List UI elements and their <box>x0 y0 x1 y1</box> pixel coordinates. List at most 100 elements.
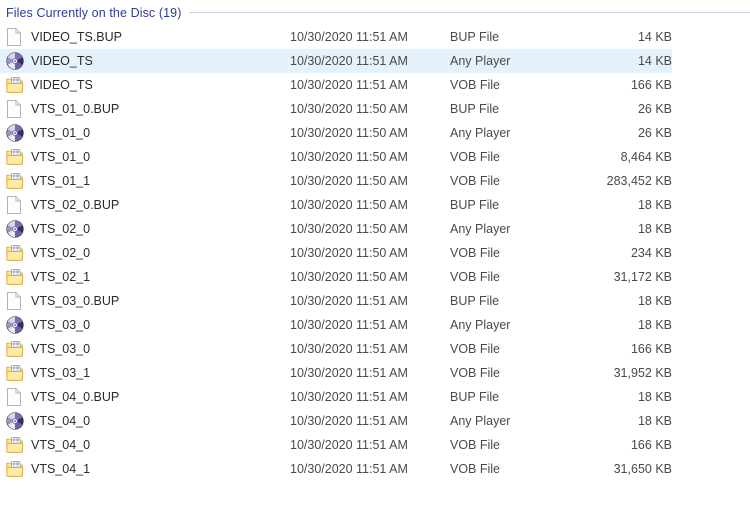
file-type: BUP File <box>450 198 500 212</box>
file-size: 18 KB <box>637 222 672 236</box>
disc-media-icon <box>4 411 28 431</box>
file-name[interactable]: VTS_01_0.BUP <box>28 102 290 116</box>
file-name[interactable]: VTS_04_0.BUP <box>28 390 290 404</box>
blank-document-icon <box>4 27 28 47</box>
file-name[interactable]: VIDEO_TS.BUP <box>28 30 290 44</box>
file-row[interactable]: VTS_01_0 10/30/2020 11:50 AM Any Player 26 … <box>0 121 672 145</box>
file-type: VOB File <box>450 246 501 260</box>
file-name[interactable]: VIDEO_TS <box>28 54 290 68</box>
file-type: Any Player <box>450 318 511 332</box>
file-row[interactable]: VTS_04_0 10/30/2020 11:51 AM Any Player 18 … <box>0 409 672 433</box>
file-type: Any Player <box>450 414 511 428</box>
file-size: 18 KB <box>637 390 672 404</box>
file-date-modified: 10/30/2020 11:50 AM <box>290 102 408 116</box>
file-row[interactable]: VTS_01_0 10/30/2020 11:50 AM VOB File 8,464… <box>0 145 672 169</box>
file-type: BUP File <box>450 102 500 116</box>
file-date-modified: 10/30/2020 11:51 AM <box>290 54 408 68</box>
blank-document-icon <box>4 99 28 119</box>
file-type: Any Player <box>450 222 511 236</box>
file-row[interactable]: VTS_02_0 10/30/2020 11:50 AM VOB File 234 K… <box>0 241 672 265</box>
file-date-modified: 10/30/2020 11:50 AM <box>290 150 408 164</box>
file-size: 234 KB <box>630 246 672 260</box>
file-name[interactable]: VTS_04_0 <box>28 414 290 428</box>
file-name[interactable]: VTS_02_0 <box>28 246 290 260</box>
file-size: 166 KB <box>630 438 672 452</box>
file-row[interactable]: VIDEO_TS.BUP 10/30/2020 11:51 AM BUP File 1… <box>0 25 672 49</box>
disc-media-icon <box>4 51 28 71</box>
file-row[interactable]: VTS_03_1 10/30/2020 11:51 AM VOB File 31,95… <box>0 361 672 385</box>
file-row[interactable]: VTS_03_0.BUP 10/30/2020 11:51 AM BUP File 1… <box>0 289 672 313</box>
file-name[interactable]: VTS_03_1 <box>28 366 290 380</box>
file-date-modified: 10/30/2020 11:51 AM <box>290 30 408 44</box>
group-header-label: Files Currently on the Disc (19) <box>6 5 182 20</box>
file-row[interactable]: VTS_01_0.BUP 10/30/2020 11:50 AM BUP File 2… <box>0 97 672 121</box>
file-row[interactable]: VTS_04_0 10/30/2020 11:51 AM VOB File 166 K… <box>0 433 672 457</box>
file-date-modified: 10/30/2020 11:51 AM <box>290 438 408 452</box>
file-size: 14 KB <box>637 30 672 44</box>
file-date-modified: 10/30/2020 11:50 AM <box>290 246 408 260</box>
vob-media-file-icon <box>4 339 28 359</box>
file-row[interactable]: VTS_04_1 10/30/2020 11:51 AM VOB File 31,65… <box>0 457 672 481</box>
file-size: 31,650 KB <box>613 462 672 476</box>
file-name[interactable]: VTS_04_0 <box>28 438 290 452</box>
vob-media-file-icon <box>4 435 28 455</box>
file-row[interactable]: VTS_02_1 10/30/2020 11:50 AM VOB File 31,17… <box>0 265 672 289</box>
file-size: 26 KB <box>637 126 672 140</box>
file-size: 18 KB <box>637 294 672 308</box>
file-date-modified: 10/30/2020 11:50 AM <box>290 126 408 140</box>
blank-document-icon <box>4 387 28 407</box>
blank-document-icon <box>4 291 28 311</box>
file-date-modified: 10/30/2020 11:51 AM <box>290 342 408 356</box>
file-type: VOB File <box>450 438 501 452</box>
file-name[interactable]: VTS_01_0 <box>28 126 290 140</box>
file-type: VOB File <box>450 174 501 188</box>
file-size: 31,172 KB <box>613 270 672 284</box>
file-name[interactable]: VTS_03_0.BUP <box>28 294 290 308</box>
file-size: 166 KB <box>630 78 672 92</box>
file-row[interactable]: VIDEO_TS 10/30/2020 11:51 AM VOB File 166 K… <box>0 73 672 97</box>
file-name[interactable]: VTS_04_1 <box>28 462 290 476</box>
file-type: Any Player <box>450 54 511 68</box>
file-type: VOB File <box>450 270 501 284</box>
file-name[interactable]: VTS_03_0 <box>28 342 290 356</box>
file-type: VOB File <box>450 342 501 356</box>
file-name[interactable]: VTS_02_0.BUP <box>28 198 290 212</box>
vob-media-file-icon <box>4 267 28 287</box>
file-type: BUP File <box>450 390 500 404</box>
file-row[interactable]: VTS_02_0 10/30/2020 11:50 AM Any Player 18 … <box>0 217 672 241</box>
file-size: 8,464 KB <box>620 150 672 164</box>
file-size: 18 KB <box>637 198 672 212</box>
file-name[interactable]: VTS_01_1 <box>28 174 290 188</box>
file-type: BUP File <box>450 294 500 308</box>
disc-media-icon <box>4 123 28 143</box>
file-row[interactable]: VTS_03_0 10/30/2020 11:51 AM Any Player 18 … <box>0 313 672 337</box>
file-date-modified: 10/30/2020 11:50 AM <box>290 174 408 188</box>
vob-media-file-icon <box>4 459 28 479</box>
file-name[interactable]: VIDEO_TS <box>28 78 290 92</box>
file-date-modified: 10/30/2020 11:51 AM <box>290 366 408 380</box>
file-date-modified: 10/30/2020 11:51 AM <box>290 462 408 476</box>
file-type: Any Player <box>450 126 511 140</box>
file-type: VOB File <box>450 150 501 164</box>
file-name[interactable]: VTS_02_0 <box>28 222 290 236</box>
file-row[interactable]: VIDEO_TS 10/30/2020 11:51 AM Any Player 14 … <box>0 49 672 73</box>
file-date-modified: 10/30/2020 11:51 AM <box>290 318 408 332</box>
group-header: Files Currently on the Disc (19) <box>0 0 750 22</box>
file-date-modified: 10/30/2020 11:51 AM <box>290 390 408 404</box>
vob-media-file-icon <box>4 75 28 95</box>
file-row[interactable]: VTS_04_0.BUP 10/30/2020 11:51 AM BUP File 1… <box>0 385 672 409</box>
file-name[interactable]: VTS_01_0 <box>28 150 290 164</box>
file-row[interactable]: VTS_02_0.BUP 10/30/2020 11:50 AM BUP File 1… <box>0 193 672 217</box>
file-type: BUP File <box>450 30 500 44</box>
file-list[interactable]: VIDEO_TS.BUP 10/30/2020 11:51 AM BUP File 1… <box>0 25 750 481</box>
file-size: 283,452 KB <box>606 174 672 188</box>
file-date-modified: 10/30/2020 11:50 AM <box>290 198 408 212</box>
file-size: 18 KB <box>637 414 672 428</box>
file-row[interactable]: VTS_01_1 10/30/2020 11:50 AM VOB File 283,4… <box>0 169 672 193</box>
file-row[interactable]: VTS_03_0 10/30/2020 11:51 AM VOB File 166 K… <box>0 337 672 361</box>
disc-media-icon <box>4 315 28 335</box>
vob-media-file-icon <box>4 363 28 383</box>
file-name[interactable]: VTS_02_1 <box>28 270 290 284</box>
file-name[interactable]: VTS_03_0 <box>28 318 290 332</box>
file-type: VOB File <box>450 462 501 476</box>
